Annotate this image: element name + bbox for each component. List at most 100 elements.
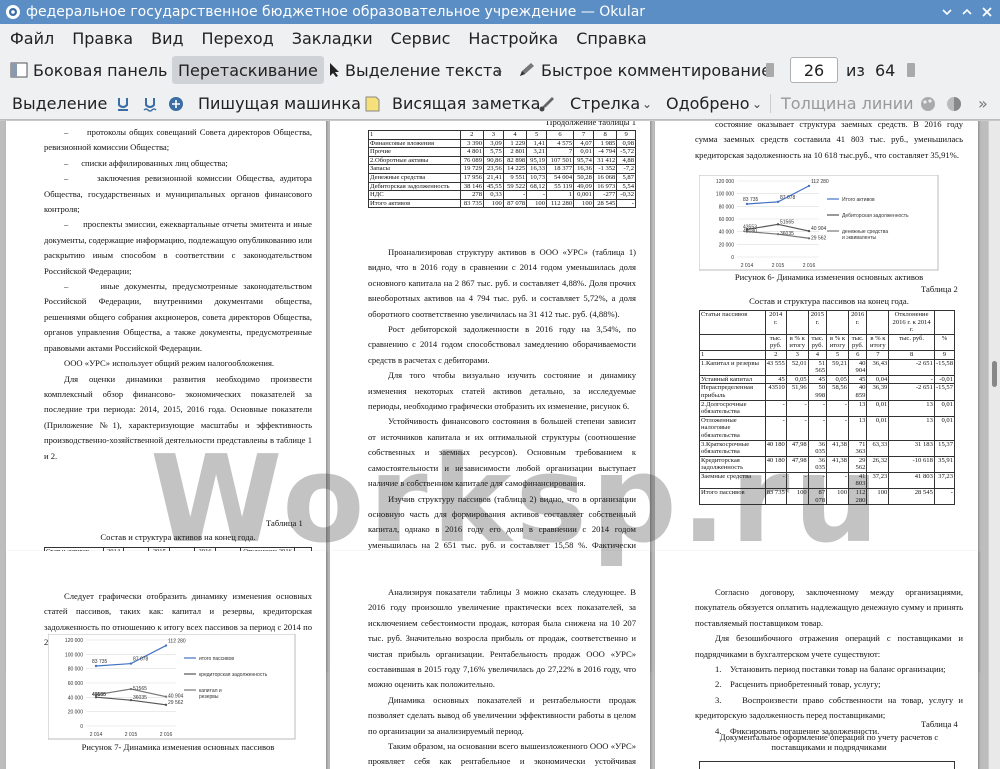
table-cell: 5,87 [616, 172, 636, 183]
approved-chevron-icon[interactable]: ⌄ [752, 88, 762, 119]
text-select-chevron-icon[interactable]: ⌄ [494, 52, 504, 88]
table-cell: 38 146 [459, 181, 485, 192]
sidebar-button[interactable]: Боковая панель [10, 52, 167, 88]
table-cell [933, 310, 956, 335]
vertical-scrollbar[interactable] [988, 121, 1000, 769]
drag-mode-button[interactable]: Перетаскивание [172, 56, 324, 84]
table-row: Финансовые вложения 3 390 3,09 1 229 1,41 4 5… [368, 138, 636, 149]
menu-view[interactable]: Вид [141, 29, 191, 48]
table-cell: - [785, 399, 809, 417]
table-cell: - [826, 399, 849, 417]
table-cell: 2015 г. [807, 310, 828, 335]
table-row: Отложенные налоговые обязательства - - - -13… [699, 415, 956, 441]
table-cell: 19 729 [459, 164, 485, 174]
table-cell: 15,37 [933, 439, 956, 457]
table-cell: 100 [866, 488, 890, 506]
table-cell: 18 377 [546, 164, 575, 174]
select-tool-button[interactable]: Выделение [12, 88, 107, 119]
table-cell: 5,75 [483, 147, 504, 157]
squiggle-icon[interactable] [143, 88, 157, 119]
table-cell: 82 898 [502, 155, 528, 166]
x-tick-label: 2 016 [803, 263, 816, 269]
page-number-input[interactable]: 26 [790, 57, 838, 83]
table-cell: Заемные средства [699, 471, 766, 490]
typewriter-button[interactable]: Пишущая машинка [198, 88, 361, 119]
table-cell: 95,19 [526, 155, 548, 166]
table-row: Кредиторская задолженность 40 180 47,98 36 … [699, 455, 956, 473]
quick-comment-button[interactable]: Быстрое комментирование [518, 52, 771, 88]
table-cell: 36 035 [807, 439, 828, 457]
data-label: 83 735 [92, 659, 108, 665]
underline-icon[interactable] [116, 88, 130, 119]
brush-icon[interactable] [538, 88, 556, 119]
line-width-button[interactable]: Толщина линии [770, 88, 914, 119]
document-viewport[interactable]: – протоколы общих совещаний Совета дирек… [0, 121, 988, 769]
menu-tools[interactable]: Сервис [381, 29, 459, 48]
table-cell: 1,41 [526, 138, 548, 149]
table-cell: 0,98 [616, 138, 636, 149]
table-cell: 278 [459, 190, 485, 200]
table-row: Нераспределенная прибыль 43510 51,96 50 998… [699, 383, 956, 401]
table-cell: - [933, 488, 956, 506]
table-cell: 2 801 [502, 147, 528, 157]
menu-bookmarks[interactable]: Закладки [282, 29, 381, 48]
table-cell: 2016 г. [847, 310, 868, 335]
table-cell: 100 [573, 198, 594, 209]
menu-file[interactable]: Файл [0, 29, 62, 48]
table-cell: 13 [888, 399, 935, 417]
stamp-icon[interactable] [168, 88, 184, 119]
pen-icon [518, 62, 536, 78]
data-label: 112 280 [811, 179, 829, 185]
minimize-icon[interactable] [938, 3, 956, 21]
table-cell: 50,28 [573, 172, 594, 183]
table-cell: 51 565 [807, 358, 828, 376]
arrow-tool-button[interactable]: Стрелка [570, 88, 640, 119]
data-point [164, 695, 168, 698]
table-cell: 2014 г. [764, 310, 787, 335]
more-icon[interactable]: » [978, 88, 988, 119]
y-tick-label: 80 000 [68, 667, 84, 673]
table-cell: 1 [546, 190, 575, 200]
table-cell: 6 [847, 349, 868, 360]
opacity-icon[interactable] [946, 88, 962, 119]
close-icon[interactable] [978, 3, 996, 21]
sticky-note-button[interactable]: Висящая заметка [392, 88, 540, 119]
table-cell: 43 555 [764, 358, 787, 376]
menu-help[interactable]: Справка [566, 29, 655, 48]
note-icon[interactable] [364, 88, 380, 119]
data-point [776, 200, 780, 204]
legend-label: Итого активов [842, 197, 875, 203]
arrow-chevron-icon[interactable]: ⌄ [642, 88, 652, 119]
y-tick-label: 0 [80, 724, 83, 730]
table-cell [699, 333, 766, 351]
menu-go[interactable]: Переход [192, 29, 282, 48]
page-total: 64 [875, 60, 896, 80]
legend-label: резервы [199, 694, 219, 700]
table-cell: 2 [459, 130, 485, 140]
table-cell: 23,56 [483, 164, 504, 174]
text-line: – списки аффилированных лиц общества; [64, 157, 228, 168]
table-cell: 55 119 [546, 181, 575, 192]
table-cell: в % к итогу [785, 333, 809, 351]
table-cell: 9 [933, 349, 956, 360]
table-cell: 16,36 [573, 164, 594, 174]
table-cell: 58,56 [826, 383, 849, 401]
text-select-button[interactable]: Выделение текста [328, 52, 502, 88]
table-cell: - [807, 415, 828, 441]
scrollbar-handle[interactable] [992, 361, 997, 387]
menu-edit[interactable]: Правка [62, 29, 141, 48]
text-line: – протоколы общих совещаний Совета дирек… [44, 127, 312, 153]
data-point [807, 229, 811, 233]
color-icon[interactable] [920, 88, 936, 119]
stamp-approved-button[interactable]: Одобрено [666, 88, 750, 119]
table-cell: - [502, 190, 528, 200]
table-cell: 40 859 [847, 383, 868, 401]
assets-chart: 0 20 000 40 000 60 000 80 000 100 000 120 000 2… [699, 175, 939, 271]
last-page-icon[interactable] [907, 52, 915, 88]
table-cell: -4 794 [592, 147, 618, 157]
page-6-text: Согласно договору, заключенному между ор… [695, 585, 963, 739]
chart-frame [699, 175, 939, 271]
x-tick-label: 2 014 [90, 732, 103, 738]
menu-settings[interactable]: Настройка [458, 29, 566, 48]
maximize-icon[interactable] [958, 3, 976, 21]
